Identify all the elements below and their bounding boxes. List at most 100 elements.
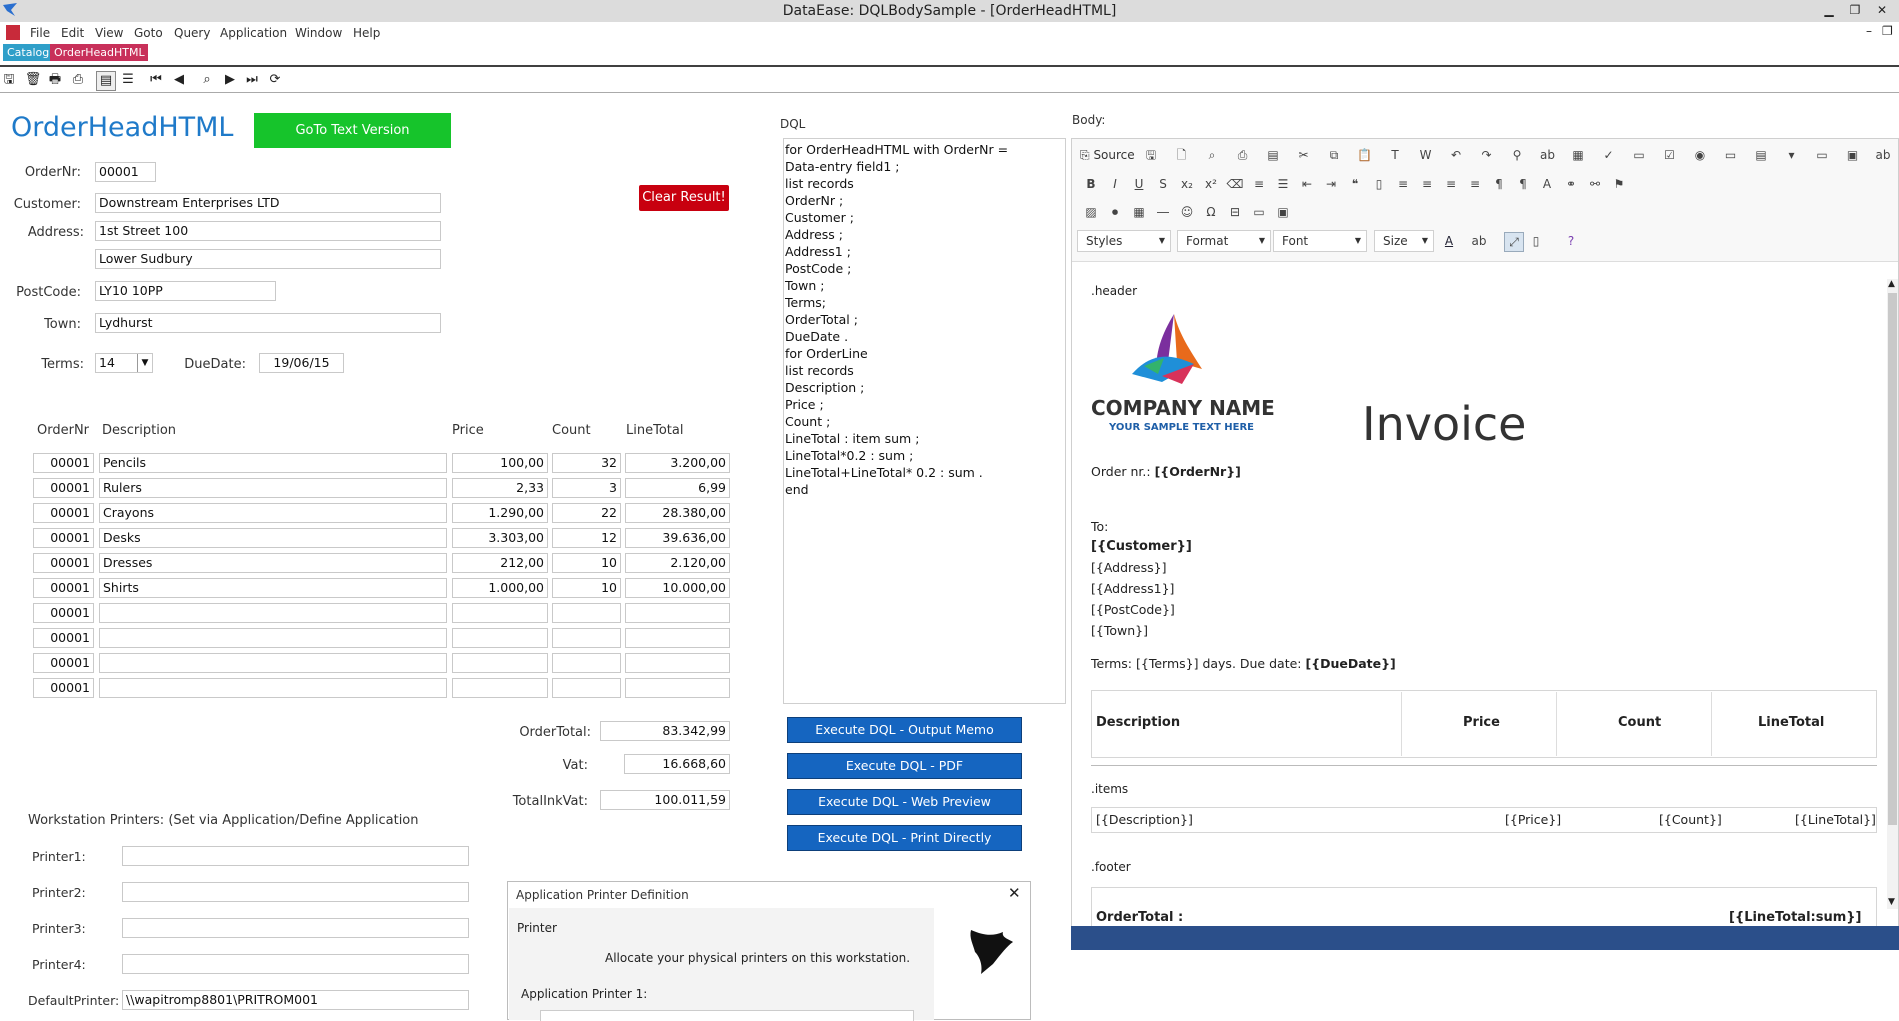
cell-ordernr[interactable]: 00001 [33,553,94,573]
paste-text-icon[interactable]: T [1386,146,1404,164]
search-icon[interactable]: ⌕ [198,71,216,89]
cell-linetotal[interactable]: 2.120,00 [625,553,730,573]
styles-combo[interactable]: Styles ▼ [1077,230,1171,252]
close-icon[interactable]: ✕ [1873,1,1891,19]
align-left-icon[interactable]: ≡ [1394,175,1412,193]
execute-web-preview-button[interactable]: Execute DQL - Web Preview [787,789,1022,815]
cell-ordernr[interactable]: 00001 [33,453,94,473]
totalinkvat-field[interactable]: 100.011,59 [600,790,730,810]
mdi-minimize-icon[interactable]: – [1866,24,1872,38]
cell-description[interactable]: Rulers [99,478,447,498]
cell-price[interactable] [452,603,548,623]
menu-query[interactable]: Query [174,26,210,40]
bulleted-list-icon[interactable]: ☰ [1274,175,1292,193]
mdi-restore-icon[interactable]: ❐ [1882,24,1893,38]
show-blocks-icon[interactable]: ▯ [1527,232,1545,250]
cell-linetotal[interactable]: 28.380,00 [625,503,730,523]
rtl-icon[interactable]: ¶ [1514,175,1532,193]
image2-icon[interactable]: ▣ [1274,203,1292,221]
replace-icon[interactable]: ab [1539,146,1557,164]
align-right-icon[interactable]: ≡ [1442,175,1460,193]
cell-count[interactable] [552,678,621,698]
textfield-icon[interactable]: ▭ [1722,146,1740,164]
cell-count[interactable]: 12 [552,528,621,548]
last-record-icon[interactable]: ⏭ [243,71,261,89]
customer-field[interactable]: Downstream Enterprises LTD [95,193,441,213]
textarea-icon[interactable]: ▤ [1752,146,1770,164]
editor-scrollbar[interactable]: ▲ ▼ [1887,279,1898,909]
source-button[interactable]: ⎘ Source [1080,146,1135,164]
hidden-field-icon[interactable]: ab [1874,146,1892,164]
menu-window[interactable]: Window [295,26,342,40]
cell-linetotal[interactable]: 39.636,00 [625,528,730,548]
help-icon[interactable]: ? [1562,232,1580,250]
cell-count[interactable]: 22 [552,503,621,523]
printer3-field[interactable] [122,918,469,938]
strike-icon[interactable]: S [1154,175,1172,193]
cell-description[interactable]: Crayons [99,503,447,523]
first-record-icon[interactable]: ⏮ [147,71,165,89]
div-icon[interactable]: ▯ [1370,175,1388,193]
undo-icon[interactable]: ↶ [1447,146,1465,164]
cell-linetotal[interactable] [625,628,730,648]
flash-icon[interactable]: ⏺ [1106,203,1124,221]
cell-ordernr[interactable]: 00001 [33,628,94,648]
button-icon[interactable]: ▭ [1813,146,1831,164]
save-icon[interactable]: 🖫 [0,71,18,89]
cell-ordernr[interactable]: 00001 [33,528,94,548]
menu-file[interactable]: File [30,26,50,40]
background-color-icon[interactable]: ab [1470,232,1488,250]
text-color-icon[interactable]: A [1440,232,1458,250]
execute-pdf-button[interactable]: Execute DQL - PDF [787,753,1022,779]
image-icon[interactable]: ▨ [1082,203,1100,221]
cell-description[interactable]: Dresses [99,553,447,573]
superscript-icon[interactable]: x² [1202,175,1220,193]
anchor-icon[interactable]: ⚑ [1610,175,1628,193]
print-preview-icon[interactable]: 🖶 [46,71,64,89]
default-printer-field[interactable]: \\wapitromp8801\PRITROM001 [122,990,469,1010]
minimize-icon[interactable]: ▁ [1820,1,1838,19]
numbered-list-icon[interactable]: ≡ [1250,175,1268,193]
form-view-icon[interactable]: ▤ [96,71,116,91]
printer4-field[interactable] [122,954,469,974]
cell-price[interactable]: 1.290,00 [452,503,548,523]
select-all-icon[interactable]: ▦ [1569,146,1587,164]
cell-description[interactable]: Pencils [99,453,447,473]
ordernr-field[interactable]: 00001 [95,162,156,182]
cell-count[interactable]: 3 [552,478,621,498]
address-field[interactable]: 1st Street 100 [95,221,441,241]
horizontal-line-icon[interactable]: ― [1154,203,1172,221]
underline-icon[interactable]: U [1130,175,1148,193]
smiley-icon[interactable]: ☺ [1178,203,1196,221]
duedate-field[interactable]: 19/06/15 [259,353,344,373]
indent-icon[interactable]: ⇥ [1322,175,1340,193]
cell-price[interactable]: 100,00 [452,453,548,473]
town-field[interactable]: Lydhurst [95,313,441,333]
justify-icon[interactable]: ≡ [1466,175,1484,193]
cell-price[interactable] [452,678,548,698]
cell-price[interactable]: 3.303,00 [452,528,548,548]
bold-icon[interactable]: B [1082,175,1100,193]
cell-ordernr[interactable]: 00001 [33,678,94,698]
iframe-icon[interactable]: ▭ [1250,203,1268,221]
italic-icon[interactable]: I [1106,175,1124,193]
cut-icon[interactable]: ✂ [1295,146,1313,164]
close-icon[interactable]: ✕ [1008,884,1021,902]
print-icon[interactable]: ⎙ [1234,146,1252,164]
cell-price[interactable]: 2,33 [452,478,548,498]
paste-icon[interactable]: 📋 [1356,146,1374,164]
cell-description[interactable]: Shirts [99,578,447,598]
menu-application[interactable]: Application [220,26,287,40]
new-page-icon[interactable]: 🗋 [1173,146,1191,164]
cell-linetotal[interactable]: 3.200,00 [625,453,730,473]
preview-icon[interactable]: ⌕ [1203,146,1221,164]
form-icon[interactable]: ▭ [1630,146,1648,164]
printer1-field[interactable] [122,846,469,866]
chevron-down-icon[interactable]: ▼ [137,354,152,372]
tab-orderheadhtml[interactable]: OrderHeadHTML [50,44,148,61]
cell-description[interactable] [99,603,447,623]
special-char-icon[interactable]: Ω [1202,203,1220,221]
cell-price[interactable]: 1.000,00 [452,578,548,598]
cell-description[interactable] [99,653,447,673]
scroll-up-icon[interactable]: ▲ [1888,279,1895,289]
